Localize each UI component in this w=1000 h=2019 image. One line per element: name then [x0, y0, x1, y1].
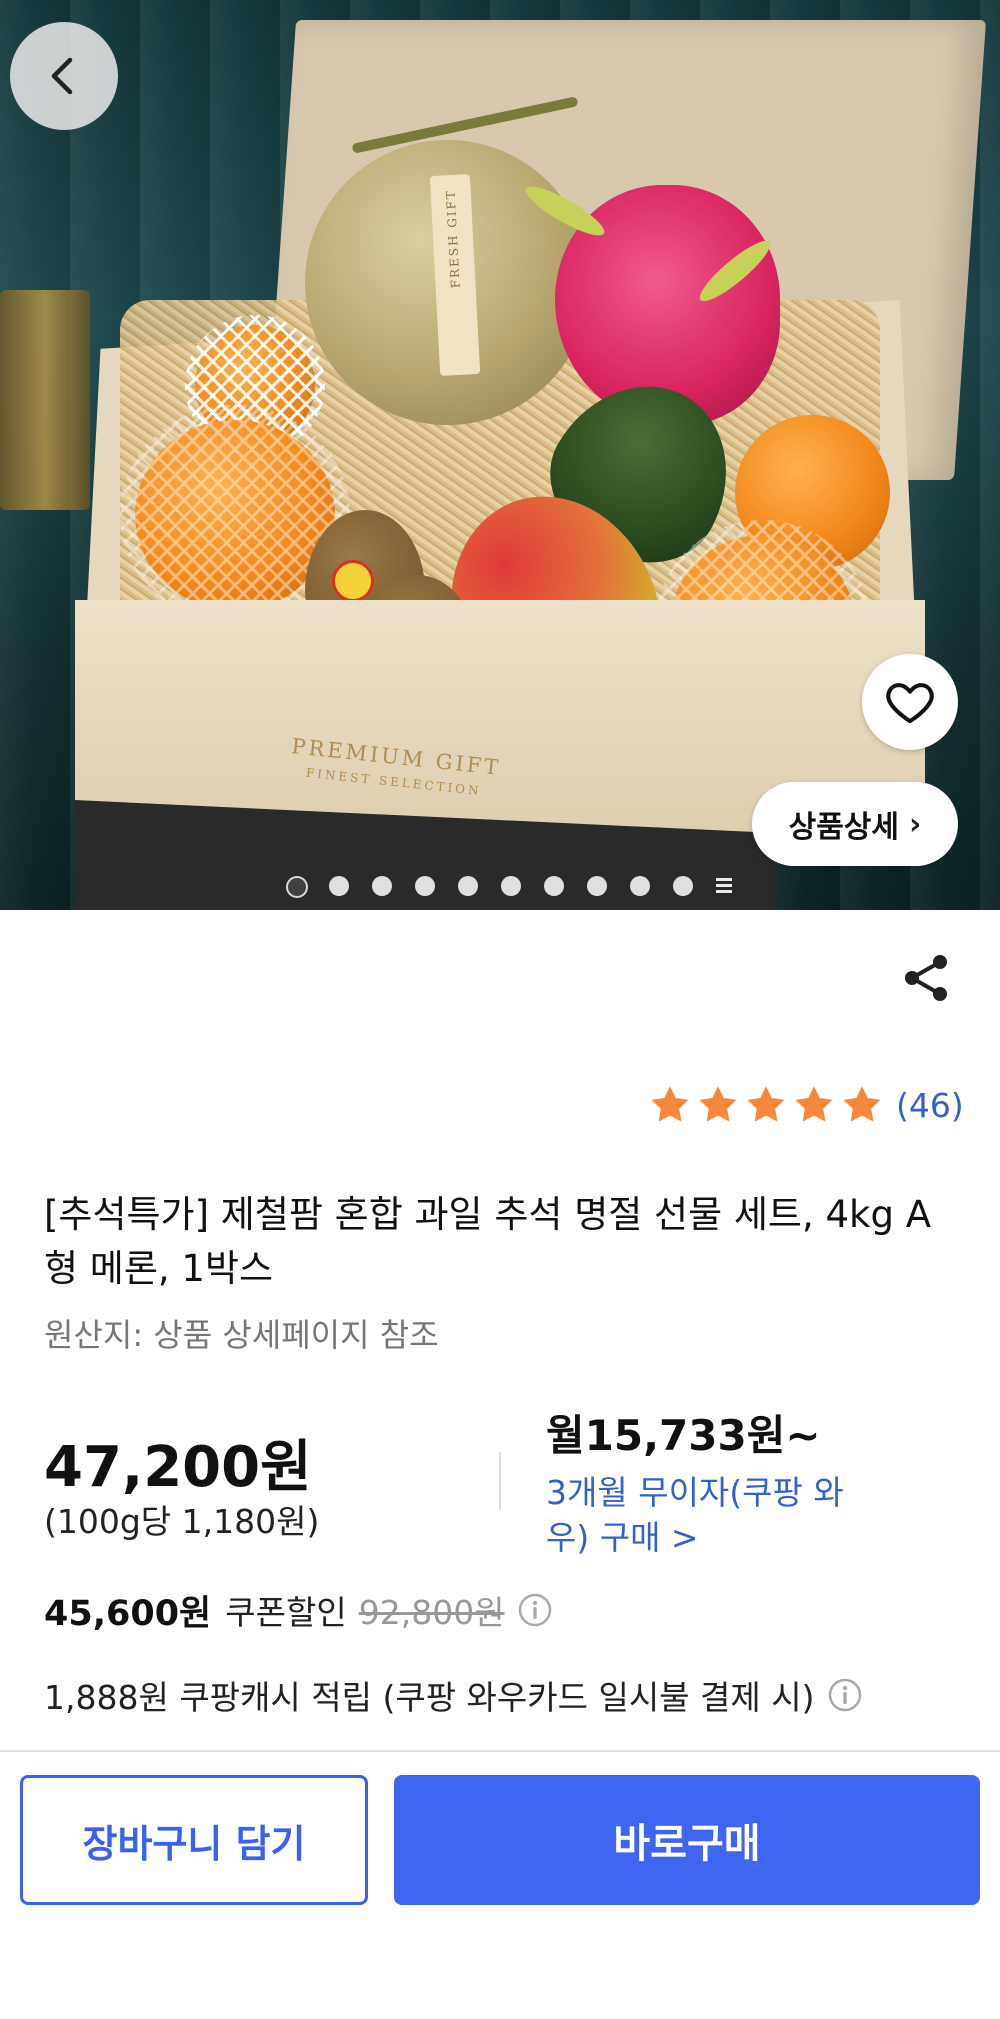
info-icon[interactable]	[517, 1592, 553, 1628]
carousel-dot[interactable]	[673, 876, 693, 896]
melon-tag-text: FRESH GIFT	[443, 188, 463, 289]
back-button[interactable]	[10, 22, 118, 130]
sale-price: 47,200원	[44, 1435, 312, 1500]
installment-link[interactable]: 3개월 무이자(쿠팡 와우) 구매 >	[546, 1470, 846, 1560]
rating-link[interactable]: (46)	[648, 1080, 964, 1130]
star-icon	[843, 1086, 881, 1122]
coupon-row: 45,600원 쿠폰할인 92,800원	[44, 1585, 553, 1635]
carousel-dot[interactable]	[286, 876, 308, 898]
star-icon	[699, 1086, 737, 1122]
cashback-row: 1,888원 쿠팡캐시 적립 (쿠팡 와우카드 일시불 결제 시)	[44, 1670, 863, 1720]
star-icon	[651, 1086, 689, 1122]
product-image-carousel[interactable]: FRESH GIFT PREMIUM GIFT FINEST SELECTION…	[0, 0, 1000, 910]
wishlist-button[interactable]	[862, 654, 958, 750]
original-price: 92,800원	[358, 1593, 505, 1632]
carousel-dot[interactable]	[630, 876, 650, 896]
star-icon	[795, 1086, 833, 1122]
monthly-price: 월15,733원~	[546, 1411, 821, 1460]
buy-now-button[interactable]: 바로구매	[394, 1775, 980, 1905]
review-count[interactable]: (46)	[896, 1086, 964, 1125]
carousel-dot[interactable]	[458, 876, 478, 896]
product-title: [추석특가] 제철팜 혼합 과일 추석 명절 선물 세트, 4kg A형 메론,…	[44, 1193, 932, 1290]
background-decor	[0, 290, 90, 510]
star-icon	[747, 1086, 785, 1122]
carousel-dot[interactable]	[501, 876, 521, 896]
carousel-dot[interactable]	[372, 876, 392, 896]
back-arrow-icon	[51, 57, 73, 95]
carousel-indicator	[0, 876, 1000, 900]
heart-icon	[886, 683, 934, 724]
price-divider	[499, 1452, 501, 1510]
rating-stars	[648, 1083, 888, 1127]
share-icon[interactable]	[898, 950, 954, 1006]
cashback-text: 1,888원 쿠팡캐시 적립 (쿠팡 와우카드 일시불 결제 시)	[44, 1678, 815, 1717]
add-to-cart-button[interactable]: 장바구니 담기	[20, 1775, 368, 1905]
product-origin: 원산지: 상품 상세페이지 참조	[44, 1316, 439, 1354]
product-detail-button[interactable]: 상품상세 ›	[752, 782, 958, 866]
kiwi-sticker	[332, 560, 374, 602]
carousel-dot[interactable]	[329, 876, 349, 896]
info-icon[interactable]	[827, 1677, 863, 1713]
coupon-label: 쿠폰할인	[225, 1593, 347, 1632]
unit-price: (100g당 1,180원)	[44, 1502, 320, 1541]
carousel-more-indicator	[716, 878, 732, 894]
carousel-dot[interactable]	[544, 876, 564, 896]
bottom-bar-divider	[0, 1750, 1000, 1752]
carousel-dot[interactable]	[587, 876, 607, 896]
coupon-price: 45,600원	[44, 1593, 212, 1634]
chevron-right-icon: ›	[909, 806, 922, 842]
carousel-dot[interactable]	[415, 876, 435, 896]
product-detail-label: 상품상세	[788, 810, 900, 845]
